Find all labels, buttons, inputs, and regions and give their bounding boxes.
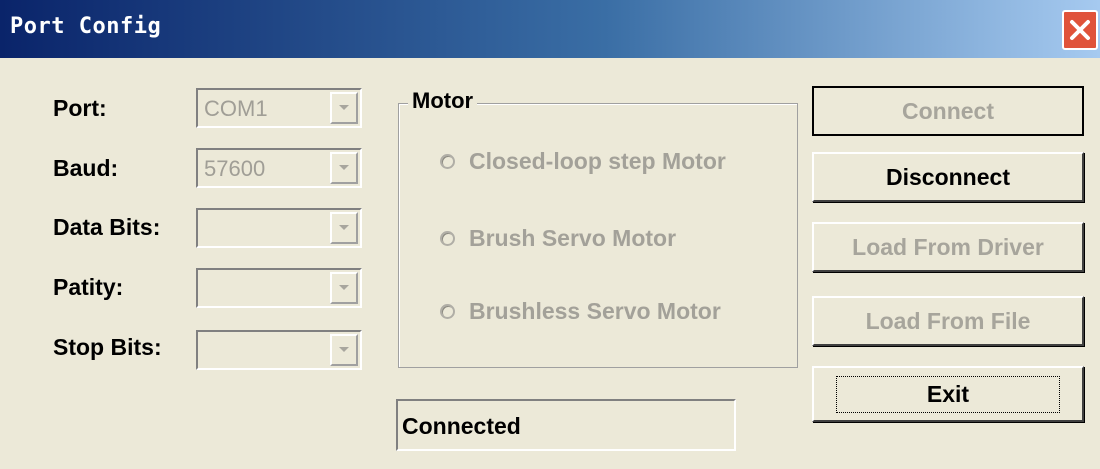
chevron-down-icon: [339, 105, 349, 110]
chevron-down-icon: [339, 165, 349, 170]
close-icon: [1070, 20, 1090, 40]
connection-status: Connected: [402, 413, 521, 439]
radio-label: Brush Servo Motor: [469, 225, 677, 251]
radio-brushless-servo-motor[interactable]: Brushless Servo Motor: [440, 298, 721, 325]
load-from-file-button[interactable]: Load From File: [812, 296, 1084, 346]
title-bar[interactable]: Port Config: [0, 0, 1100, 58]
data-bits-select[interactable]: [196, 208, 362, 248]
radio-label: Brushless Servo Motor: [469, 298, 721, 324]
radio-brush-servo-motor[interactable]: Brush Servo Motor: [440, 225, 676, 252]
radio-icon: [440, 304, 455, 319]
baud-value: 57600: [204, 156, 266, 181]
baud-select[interactable]: 57600: [196, 148, 362, 188]
disconnect-label: Disconnect: [886, 163, 1010, 190]
radio-icon: [440, 231, 455, 246]
connect-button[interactable]: Connect: [812, 86, 1084, 136]
connection-status-field: Connected: [396, 399, 736, 451]
stop-bits-select[interactable]: [196, 330, 362, 370]
load-from-driver-button[interactable]: Load From Driver: [812, 222, 1084, 272]
radio-closed-loop-step-motor[interactable]: Closed-loop step Motor: [440, 148, 726, 175]
exit-button[interactable]: Exit: [812, 366, 1084, 422]
radio-label: Closed-loop step Motor: [469, 148, 726, 174]
baud-dropdown-button[interactable]: [330, 152, 358, 184]
load-from-driver-label: Load From Driver: [852, 233, 1044, 260]
stop-bits-dropdown-button[interactable]: [330, 334, 358, 366]
parity-select[interactable]: [196, 268, 362, 308]
parity-label: Patity:: [53, 274, 124, 300]
data-bits-label: Data Bits:: [53, 214, 161, 240]
data-bits-dropdown-button[interactable]: [330, 212, 358, 244]
baud-label: Baud:: [53, 155, 119, 181]
chevron-down-icon: [339, 285, 349, 290]
load-from-file-label: Load From File: [865, 307, 1031, 334]
window-title: Port Config: [10, 14, 162, 39]
port-value: COM1: [204, 96, 268, 121]
port-label: Port:: [53, 95, 107, 121]
motor-group-label: Motor: [408, 88, 478, 114]
port-select[interactable]: COM1: [196, 88, 362, 128]
port-config-window: Port Config Port: Baud: Data Bits: Patit…: [0, 0, 1100, 469]
exit-label: Exit: [835, 375, 1061, 413]
port-dropdown-button[interactable]: [330, 92, 358, 124]
stop-bits-label: Stop Bits:: [53, 334, 162, 360]
disconnect-button[interactable]: Disconnect: [812, 152, 1084, 202]
parity-dropdown-button[interactable]: [330, 272, 358, 304]
chevron-down-icon: [339, 347, 349, 352]
radio-icon: [440, 154, 455, 169]
connect-label: Connect: [902, 97, 994, 124]
close-button[interactable]: [1062, 10, 1098, 50]
chevron-down-icon: [339, 225, 349, 230]
